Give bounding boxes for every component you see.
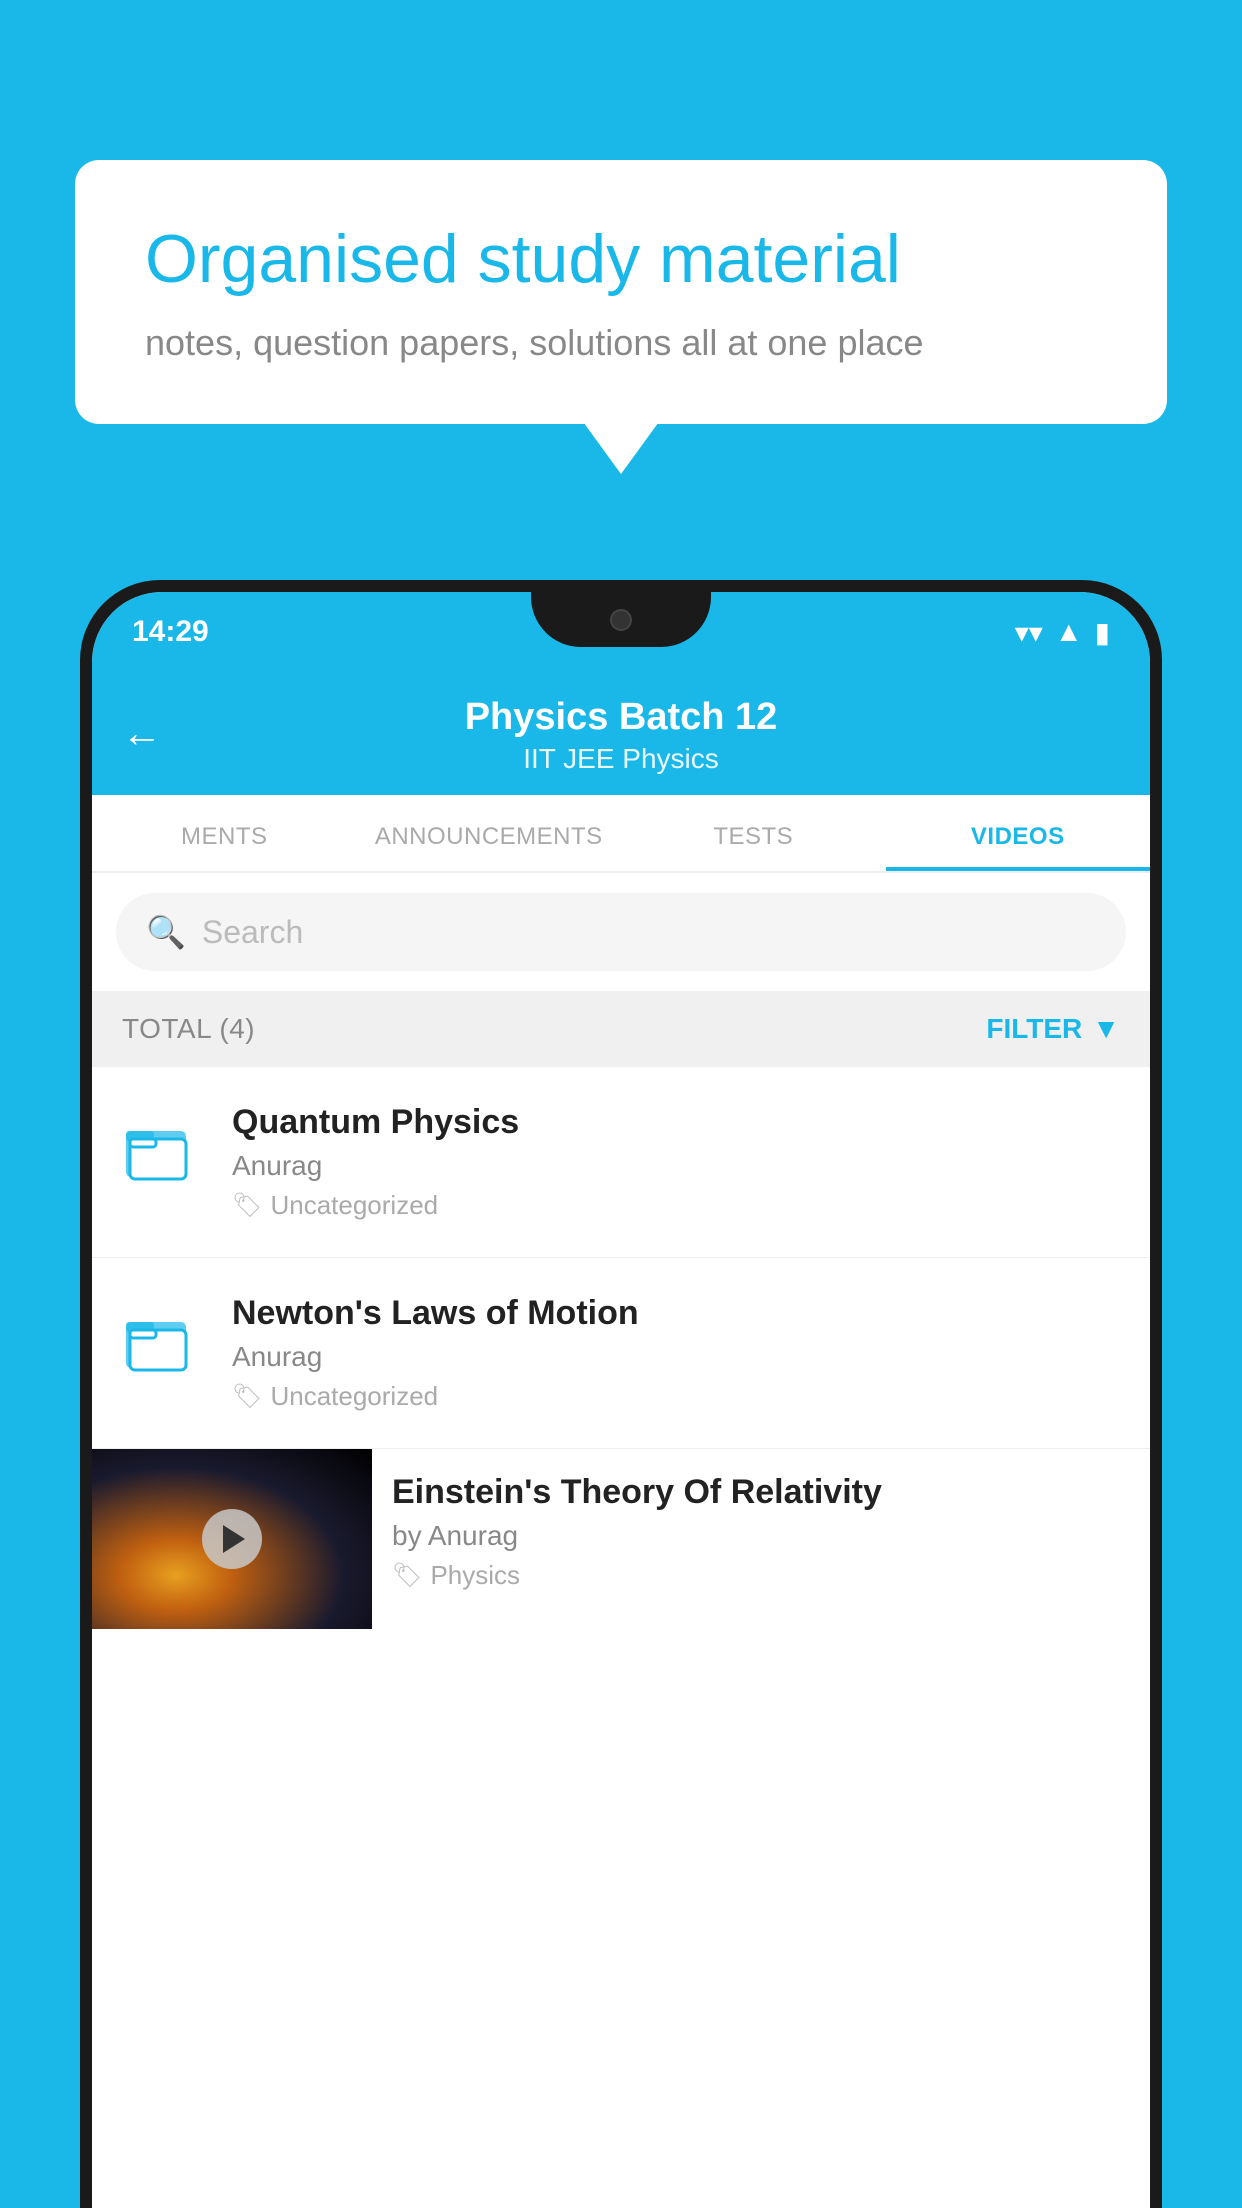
speech-bubble: Organised study material notes, question… (75, 160, 1167, 424)
tab-ments[interactable]: MENTS (92, 795, 357, 871)
item-title: Newton's Laws of Motion (232, 1294, 1120, 1333)
play-triangle-icon (223, 1525, 245, 1553)
header-title: Physics Batch 12 (132, 696, 1110, 739)
status-time: 14:29 (132, 615, 209, 649)
thumb-info: Einstein's Theory Of Relativity by Anura… (372, 1449, 1150, 1611)
item-author: Anurag (232, 1150, 1120, 1182)
item-tag: 🏷 Physics (392, 1560, 1130, 1591)
tag-icon: 🏷 (232, 1382, 262, 1411)
tab-videos[interactable]: VIDEOS (886, 795, 1151, 871)
phone-frame: 14:29 ▾▾ ▲ ▮ ← Physics Batch 12 IIT JEE … (80, 580, 1162, 2208)
item-info: Newton's Laws of Motion Anurag 🏷 Uncateg… (232, 1294, 1120, 1412)
folder-icon (122, 1109, 194, 1181)
item-tag: 🏷 Uncategorized (232, 1381, 1120, 1412)
item-title: Einstein's Theory Of Relativity (392, 1473, 1130, 1512)
phone-inner: 14:29 ▾▾ ▲ ▮ ← Physics Batch 12 IIT JEE … (92, 592, 1150, 2208)
search-icon: 🔍 (146, 913, 186, 951)
item-tag: 🏷 Uncategorized (232, 1190, 1120, 1221)
video-list: Quantum Physics Anurag 🏷 Uncategorized (92, 1067, 1150, 1629)
screen: 14:29 ▾▾ ▲ ▮ ← Physics Batch 12 IIT JEE … (92, 592, 1150, 2208)
list-item[interactable]: Newton's Laws of Motion Anurag 🏷 Uncateg… (92, 1258, 1150, 1449)
tag-icon: 🏷 (232, 1191, 262, 1220)
tab-tests[interactable]: TESTS (621, 795, 886, 871)
bubble-title: Organised study material (145, 220, 1097, 298)
search-container: 🔍 Search (92, 873, 1150, 991)
status-bar: 14:29 ▾▾ ▲ ▮ (92, 592, 1150, 672)
folder-icon-wrap (122, 1109, 202, 1186)
item-author: by Anurag (392, 1520, 1130, 1552)
thumbnail-wrap (92, 1449, 372, 1629)
notch (531, 592, 711, 647)
list-item-thumb[interactable]: Einstein's Theory Of Relativity by Anura… (92, 1449, 1150, 1629)
back-button[interactable]: ← (122, 711, 162, 756)
battery-icon: ▮ (1095, 616, 1110, 649)
filter-funnel-icon: ▼ (1092, 1013, 1120, 1045)
item-author: Anurag (232, 1341, 1120, 1373)
wifi-icon: ▾▾ (1015, 616, 1043, 649)
front-camera (610, 609, 632, 631)
total-count: TOTAL (4) (122, 1013, 255, 1045)
tab-announcements[interactable]: ANNOUNCEMENTS (357, 795, 622, 871)
filter-button[interactable]: FILTER ▼ (986, 1013, 1120, 1045)
item-info: Quantum Physics Anurag 🏷 Uncategorized (232, 1103, 1120, 1221)
search-bar[interactable]: 🔍 Search (116, 893, 1126, 971)
play-button[interactable] (202, 1509, 262, 1569)
search-placeholder: Search (202, 914, 303, 951)
tab-bar: MENTS ANNOUNCEMENTS TESTS VIDEOS (92, 795, 1150, 873)
tag-icon: 🏷 (392, 1561, 422, 1590)
bubble-subtitle: notes, question papers, solutions all at… (145, 322, 1097, 364)
folder-icon (122, 1300, 194, 1372)
signal-icon: ▲ (1055, 616, 1083, 648)
folder-icon-wrap (122, 1300, 202, 1377)
item-title: Quantum Physics (232, 1103, 1120, 1142)
header-subtitle: IIT JEE Physics (132, 743, 1110, 775)
status-icons: ▾▾ ▲ ▮ (1015, 616, 1110, 649)
filter-bar: TOTAL (4) FILTER ▼ (92, 991, 1150, 1067)
app-header: ← Physics Batch 12 IIT JEE Physics (92, 672, 1150, 795)
list-item[interactable]: Quantum Physics Anurag 🏷 Uncategorized (92, 1067, 1150, 1258)
